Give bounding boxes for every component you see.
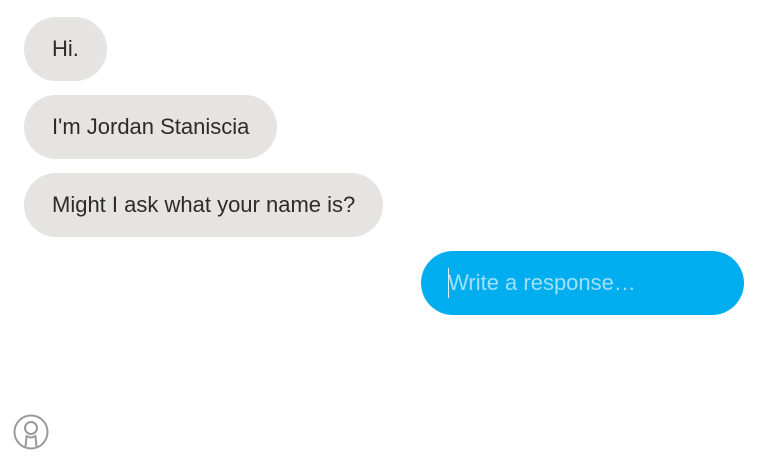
- message-bubble: I'm Jordan Staniscia: [24, 95, 278, 159]
- message-text: Hi.: [52, 36, 79, 61]
- user-circle-icon-graphic: [13, 414, 49, 450]
- response-input[interactable]: [448, 270, 724, 296]
- response-bubble[interactable]: [421, 251, 744, 315]
- message-text: I'm Jordan Staniscia: [52, 114, 250, 139]
- message-bubble: Hi.: [24, 17, 107, 81]
- text-caret: [448, 268, 449, 298]
- user-circle-icon[interactable]: [13, 414, 49, 450]
- message-bubble: Might I ask what your name is?: [24, 173, 384, 237]
- message-text: Might I ask what your name is?: [52, 192, 356, 217]
